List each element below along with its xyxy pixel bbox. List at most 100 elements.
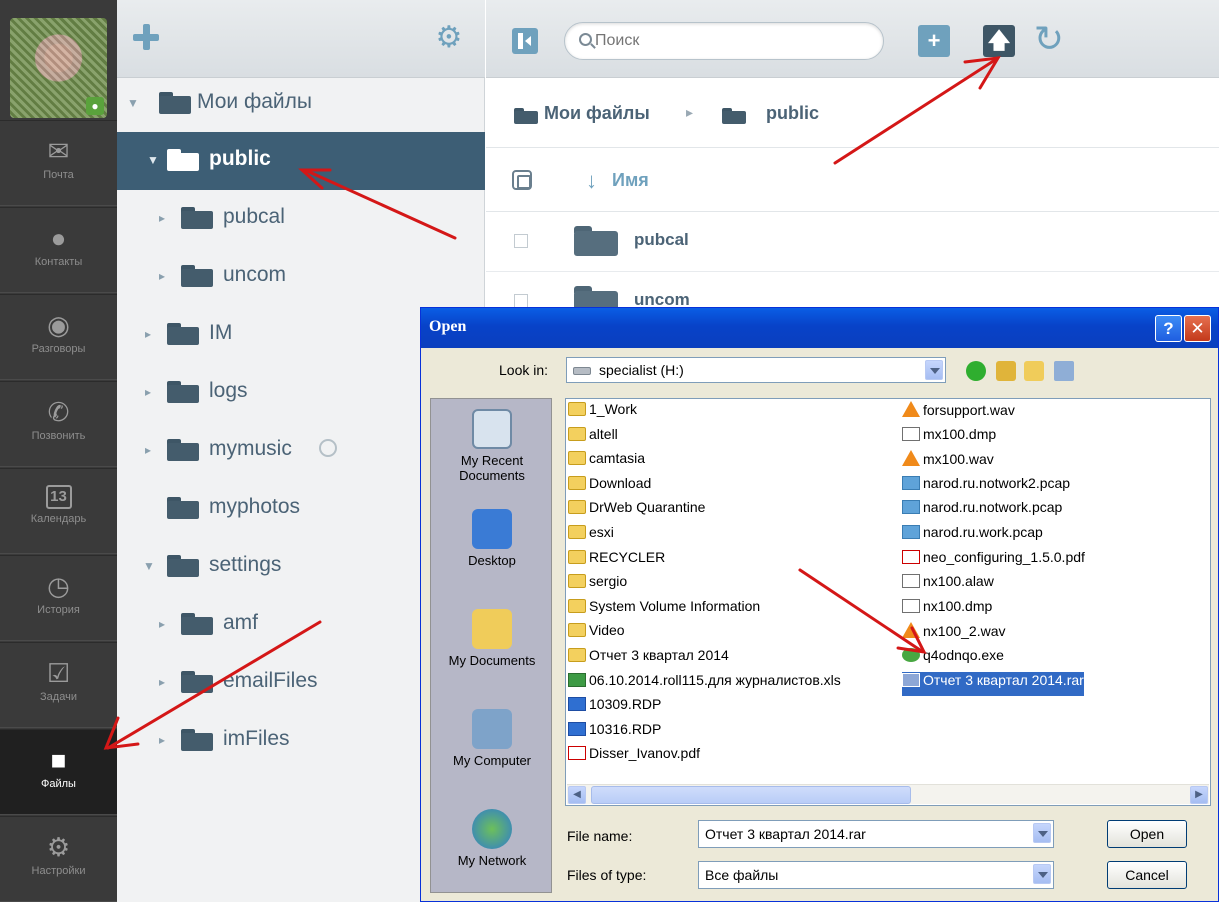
- tree-item-label: Мои файлы: [197, 90, 313, 113]
- collapse-panel-icon[interactable]: [512, 28, 538, 54]
- view-menu-icon[interactable]: [1054, 361, 1074, 381]
- row-checkbox[interactable]: [514, 234, 528, 248]
- file-list-item[interactable]: esxi: [568, 524, 614, 548]
- place-computer[interactable]: My Computer: [431, 699, 553, 799]
- file-name-input[interactable]: Отчет 3 квартал 2014.rar: [698, 820, 1054, 848]
- cancel-button[interactable]: Cancel: [1107, 861, 1187, 889]
- search-box[interactable]: [564, 22, 884, 60]
- file-list-item[interactable]: nx100_2.wav: [902, 622, 1006, 646]
- chevron-down-icon[interactable]: ▼: [143, 559, 155, 573]
- breadcrumb-my-files[interactable]: Мои файлы: [544, 103, 650, 124]
- avatar[interactable]: ●: [10, 18, 107, 118]
- breadcrumb-public[interactable]: public: [766, 103, 819, 124]
- file-list-item[interactable]: System Volume Information: [568, 598, 760, 622]
- help-button[interactable]: ?: [1155, 315, 1182, 342]
- file-list-item[interactable]: Отчет 3 квартал 2014.rar: [902, 671, 1084, 696]
- file-list-item[interactable]: sergio: [568, 573, 627, 597]
- place-documents[interactable]: My Documents: [431, 599, 553, 699]
- place-recent[interactable]: My Recent Documents: [431, 399, 553, 499]
- file-list-item[interactable]: Video: [568, 622, 625, 646]
- file-list-item[interactable]: nx100.alaw: [902, 573, 994, 597]
- refresh-icon[interactable]: ↻: [1031, 20, 1067, 58]
- back-icon[interactable]: [966, 361, 986, 381]
- folder-icon: [181, 207, 213, 229]
- tree-item-uncom[interactable]: ▸ uncom: [117, 248, 485, 306]
- place-network[interactable]: My Network: [431, 799, 553, 899]
- file-list-item[interactable]: Disser_Ivanov.pdf: [568, 745, 700, 769]
- add-folder-plus-icon[interactable]: [133, 24, 159, 50]
- row-checkbox[interactable]: [514, 294, 528, 308]
- rail-item-settings[interactable]: ⚙ Настройки: [0, 816, 117, 902]
- file-list-item[interactable]: camtasia: [568, 450, 645, 474]
- file-list-item[interactable]: altell: [568, 426, 618, 450]
- search-input[interactable]: [595, 31, 865, 51]
- chevron-down-icon[interactable]: ▼: [127, 96, 139, 110]
- chevron-right-icon[interactable]: ▸: [145, 327, 151, 341]
- file-list-item[interactable]: Отчет 3 квартал 2014: [568, 647, 729, 671]
- chevron-right-icon[interactable]: ▸: [159, 733, 165, 747]
- file-list-item[interactable]: narod.ru.work.pcap: [902, 524, 1043, 548]
- horizontal-scrollbar[interactable]: ◀ ▶: [567, 784, 1209, 804]
- chevron-right-icon[interactable]: ▸: [159, 617, 165, 631]
- chevron-right-icon[interactable]: ▸: [145, 443, 151, 457]
- file-list-item[interactable]: 10309.RDP: [568, 696, 661, 720]
- search-icon: [579, 33, 592, 46]
- open-button[interactable]: Open: [1107, 820, 1187, 848]
- up-folder-icon[interactable]: [996, 361, 1016, 381]
- chevron-right-icon[interactable]: ▸: [159, 675, 165, 689]
- file-list-item[interactable]: DrWeb Quarantine: [568, 499, 705, 523]
- file-list-item-label: neo_configuring_1.5.0.pdf: [923, 548, 1085, 565]
- chevron-right-icon[interactable]: ▸: [145, 385, 151, 399]
- file-type-select[interactable]: Все файлы: [698, 861, 1054, 889]
- shared-globe-icon: [319, 439, 337, 457]
- scroll-right-icon[interactable]: ▶: [1190, 786, 1208, 804]
- folder-icon: [568, 623, 586, 638]
- dialog-title: Open: [429, 318, 467, 335]
- rail-item-history[interactable]: ◷ История: [0, 555, 117, 641]
- file-row[interactable]: pubcal: [486, 212, 1219, 272]
- column-name-header[interactable]: Имя: [612, 170, 649, 191]
- scroll-left-icon[interactable]: ◀: [568, 786, 586, 804]
- file-list-item[interactable]: 1_Work: [568, 401, 637, 425]
- rail-item-chat[interactable]: ◉ Разговоры: [0, 294, 117, 380]
- upload-icon[interactable]: 🡅: [983, 25, 1015, 57]
- chevron-down-icon[interactable]: [925, 360, 943, 380]
- new-folder-icon[interactable]: [1024, 361, 1044, 381]
- look-in-select[interactable]: specialist (H:): [566, 357, 946, 383]
- rail-item-files[interactable]: ■ Файлы: [0, 729, 117, 815]
- chevron-right-icon[interactable]: ▸: [159, 211, 165, 225]
- select-all-icon[interactable]: [512, 170, 532, 190]
- rail-item-mail[interactable]: ✉ Почта: [0, 120, 117, 206]
- file-list-item[interactable]: narod.ru.notwork.pcap: [902, 499, 1062, 523]
- file-list-item[interactable]: RECYCLER: [568, 549, 665, 573]
- new-folder-icon[interactable]: +: [918, 25, 950, 57]
- file-list-item[interactable]: forsupport.wav: [902, 401, 1015, 425]
- file-list-item[interactable]: Download: [568, 475, 651, 499]
- chevron-down-icon[interactable]: [1033, 823, 1051, 843]
- gear-icon[interactable]: ⚙: [433, 22, 465, 54]
- dialog-title-bar[interactable]: Open ? ✕: [421, 308, 1218, 348]
- file-list-item[interactable]: narod.ru.notwork2.pcap: [902, 475, 1070, 499]
- rail-item-contacts[interactable]: ● Контакты: [0, 207, 117, 293]
- file-list[interactable]: 1_Work altell camtasia Download DrWeb Quaran…: [565, 398, 1211, 806]
- file-list-item[interactable]: 06.10.2014.roll115.для журналистов.xls: [568, 672, 841, 696]
- rail-item-calendar[interactable]: 13 Календарь: [0, 468, 117, 554]
- file-list-item[interactable]: q4odnqo.exe: [902, 647, 1004, 671]
- close-button[interactable]: ✕: [1184, 315, 1211, 342]
- sort-down-icon[interactable]: ↓: [586, 168, 597, 194]
- tree-item-pubcal[interactable]: ▸ pubcal: [117, 190, 485, 248]
- file-list-item[interactable]: mx100.wav: [902, 450, 994, 474]
- chevron-down-icon[interactable]: [1033, 864, 1051, 884]
- tree-item-my-files[interactable]: ▼ Мои файлы: [117, 75, 485, 133]
- file-list-item[interactable]: neo_configuring_1.5.0.pdf: [902, 549, 1085, 573]
- file-list-item[interactable]: 10316.RDP: [568, 721, 661, 745]
- file-list-item[interactable]: nx100.dmp: [902, 598, 992, 622]
- scroll-thumb[interactable]: [591, 786, 911, 804]
- chevron-down-icon[interactable]: ▼: [147, 153, 159, 167]
- tree-item-public[interactable]: ▼ public: [117, 132, 485, 190]
- rail-item-tasks[interactable]: ☑ Задачи: [0, 642, 117, 728]
- file-list-item[interactable]: mx100.dmp: [902, 426, 996, 450]
- rail-item-call[interactable]: ✆ Позвонить: [0, 381, 117, 467]
- place-desktop[interactable]: Desktop: [431, 499, 553, 599]
- chevron-right-icon[interactable]: ▸: [159, 269, 165, 283]
